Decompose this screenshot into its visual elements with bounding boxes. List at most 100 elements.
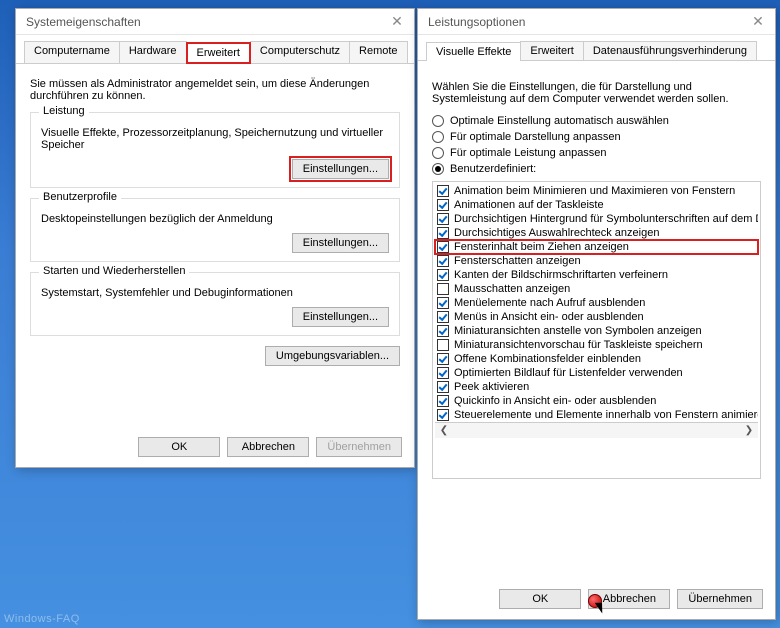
check-item[interactable]: Durchsichtiges Auswahlrechteck anzeigen <box>435 226 758 240</box>
dialog-title: Leistungsoptionen <box>428 15 525 29</box>
apply-button[interactable]: Übernehmen <box>677 589 763 609</box>
checkbox-icon <box>437 255 449 267</box>
check-label: Menüs in Ansicht ein- oder ausblenden <box>454 311 644 323</box>
check-item[interactable]: Mausschatten anzeigen <box>435 282 758 296</box>
checkbox-icon <box>437 199 449 211</box>
performance-settings-button[interactable]: Einstellungen... <box>292 159 389 179</box>
environment-variables-button[interactable]: Umgebungsvariablen... <box>265 346 400 366</box>
radio-label: Optimale Einstellung automatisch auswähl… <box>450 115 669 127</box>
check-label: Optimierten Bildlauf für Listenfelder ve… <box>454 367 683 379</box>
checkbox-icon <box>437 395 449 407</box>
check-label: Offene Kombinationsfelder einblenden <box>454 353 641 365</box>
titlebar: Systemeigenschaften ✕ <box>16 9 414 35</box>
group-desc: Visuelle Effekte, Prozessorzeitplanung, … <box>41 127 389 151</box>
check-item[interactable]: Steuerelemente und Elemente innerhalb vo… <box>435 408 758 422</box>
scroll-right-icon[interactable]: ❯ <box>742 425 756 436</box>
ok-button[interactable]: OK <box>138 437 220 457</box>
group-title: Benutzerprofile <box>39 191 121 203</box>
scroll-left-icon[interactable]: ❮ <box>437 425 451 436</box>
admin-hint: Sie müssen als Administrator angemeldet … <box>30 78 400 102</box>
check-item[interactable]: Fensterinhalt beim Ziehen anzeigen <box>435 240 758 254</box>
tab-panel-visual-effects: Wählen Sie die Einstellungen, die für Da… <box>418 61 775 489</box>
check-item[interactable]: Optimierten Bildlauf für Listenfelder ve… <box>435 366 758 380</box>
group-desc: Desktopeinstellungen bezüglich der Anmel… <box>41 213 389 225</box>
check-item[interactable]: Peek aktivieren <box>435 380 758 394</box>
check-item[interactable]: Miniaturansichtenvorschau für Taskleiste… <box>435 338 758 352</box>
group-title: Leistung <box>39 105 89 117</box>
check-item[interactable]: Fensterschatten anzeigen <box>435 254 758 268</box>
dialog-buttons: OK Abbrechen Übernehmen <box>495 589 763 609</box>
effects-checklist[interactable]: Animation beim Minimieren und Maximieren… <box>432 181 761 479</box>
check-label: Durchsichtigen Hintergrund für Symbolunt… <box>454 213 758 225</box>
radio-label: Benutzerdefiniert: <box>450 163 536 175</box>
tab-datenausführungsverhinderung[interactable]: Datenausführungsverhinderung <box>583 41 757 60</box>
tab-computerschutz[interactable]: Computerschutz <box>250 41 350 63</box>
titlebar: Leistungsoptionen ✕ <box>418 9 775 35</box>
tab-erweitert[interactable]: Erweitert <box>186 42 251 64</box>
checkbox-icon <box>437 409 449 421</box>
radio-icon <box>432 115 444 127</box>
tab-strip: ComputernameHardwareErweitertComputersch… <box>16 35 414 64</box>
tab-panel-advanced: Sie müssen als Administrator angemeldet … <box>16 64 414 376</box>
check-item[interactable]: Quickinfo in Ansicht ein- oder ausblende… <box>435 394 758 408</box>
check-label: Quickinfo in Ansicht ein- oder ausblende… <box>454 395 656 407</box>
close-icon[interactable]: ✕ <box>386 13 408 30</box>
group-performance: Leistung Visuelle Effekte, Prozessorzeit… <box>30 112 400 188</box>
tab-hardware[interactable]: Hardware <box>119 41 187 63</box>
check-label: Steuerelemente und Elemente innerhalb vo… <box>454 409 758 421</box>
performance-options-dialog: Leistungsoptionen ✕ Visuelle EffekteErwe… <box>417 8 776 620</box>
check-label: Durchsichtiges Auswahlrechteck anzeigen <box>454 227 659 239</box>
check-label: Miniaturansichtenvorschau für Taskleiste… <box>454 339 703 351</box>
check-item[interactable]: Menüs in Ansicht ein- oder ausblenden <box>435 310 758 324</box>
checkbox-icon <box>437 311 449 323</box>
system-properties-dialog: Systemeigenschaften ✕ ComputernameHardwa… <box>15 8 415 468</box>
apply-button[interactable]: Übernehmen <box>316 437 402 457</box>
radio-option[interactable]: Für optimale Darstellung anpassen <box>432 131 761 143</box>
close-icon[interactable]: ✕ <box>747 13 769 30</box>
checkbox-icon <box>437 339 449 351</box>
radio-icon <box>432 163 444 175</box>
tab-computername[interactable]: Computername <box>24 41 120 63</box>
checkbox-icon <box>437 325 449 337</box>
check-label: Kanten der Bildschirmschriftarten verfei… <box>454 269 668 281</box>
group-desc: Systemstart, Systemfehler und Debuginfor… <box>41 287 389 299</box>
checkbox-icon <box>437 283 449 295</box>
ok-button[interactable]: OK <box>499 589 581 609</box>
check-item[interactable]: Menüelemente nach Aufruf ausblenden <box>435 296 758 310</box>
group-user-profiles: Benutzerprofile Desktopeinstellungen bez… <box>30 198 400 262</box>
dialog-title: Systemeigenschaften <box>26 15 141 29</box>
radio-option[interactable]: Benutzerdefiniert: <box>432 163 761 175</box>
check-item[interactable]: Animation beim Minimieren und Maximieren… <box>435 184 758 198</box>
check-label: Mausschatten anzeigen <box>454 283 570 295</box>
cancel-button[interactable]: Abbrechen <box>227 437 309 457</box>
check-item[interactable]: Offene Kombinationsfelder einblenden <box>435 352 758 366</box>
checkbox-icon <box>437 297 449 309</box>
check-item[interactable]: Durchsichtigen Hintergrund für Symbolunt… <box>435 212 758 226</box>
checkbox-icon <box>437 185 449 197</box>
checkbox-icon <box>437 241 449 253</box>
tab-remote[interactable]: Remote <box>349 41 408 63</box>
radio-group: Optimale Einstellung automatisch auswähl… <box>432 115 761 175</box>
group-startup-recovery: Starten und Wiederherstellen Systemstart… <box>30 272 400 336</box>
radio-icon <box>432 147 444 159</box>
check-label: Fensterinhalt beim Ziehen anzeigen <box>454 241 629 253</box>
radio-option[interactable]: Für optimale Leistung anpassen <box>432 147 761 159</box>
user-profiles-settings-button[interactable]: Einstellungen... <box>292 233 389 253</box>
tab-strip: Visuelle EffekteErweitertDatenausführung… <box>418 35 775 61</box>
tab-visuelle-effekte[interactable]: Visuelle Effekte <box>426 42 521 61</box>
check-item[interactable]: Animationen auf der Taskleiste <box>435 198 758 212</box>
checkbox-icon <box>437 381 449 393</box>
instruction-text: Wählen Sie die Einstellungen, die für Da… <box>432 81 761 105</box>
check-label: Animation beim Minimieren und Maximieren… <box>454 185 735 197</box>
startup-settings-button[interactable]: Einstellungen... <box>292 307 389 327</box>
check-item[interactable]: Kanten der Bildschirmschriftarten verfei… <box>435 268 758 282</box>
tab-erweitert[interactable]: Erweitert <box>520 41 583 60</box>
horizontal-scrollbar[interactable]: ❮ ❯ <box>435 422 758 438</box>
radio-option[interactable]: Optimale Einstellung automatisch auswähl… <box>432 115 761 127</box>
check-label: Animationen auf der Taskleiste <box>454 199 604 211</box>
check-item[interactable]: Miniaturansichten anstelle von Symbolen … <box>435 324 758 338</box>
checkbox-icon <box>437 213 449 225</box>
watermark-text: Windows-FAQ <box>4 613 80 625</box>
check-label: Miniaturansichten anstelle von Symbolen … <box>454 325 702 337</box>
check-label: Menüelemente nach Aufruf ausblenden <box>454 297 645 309</box>
